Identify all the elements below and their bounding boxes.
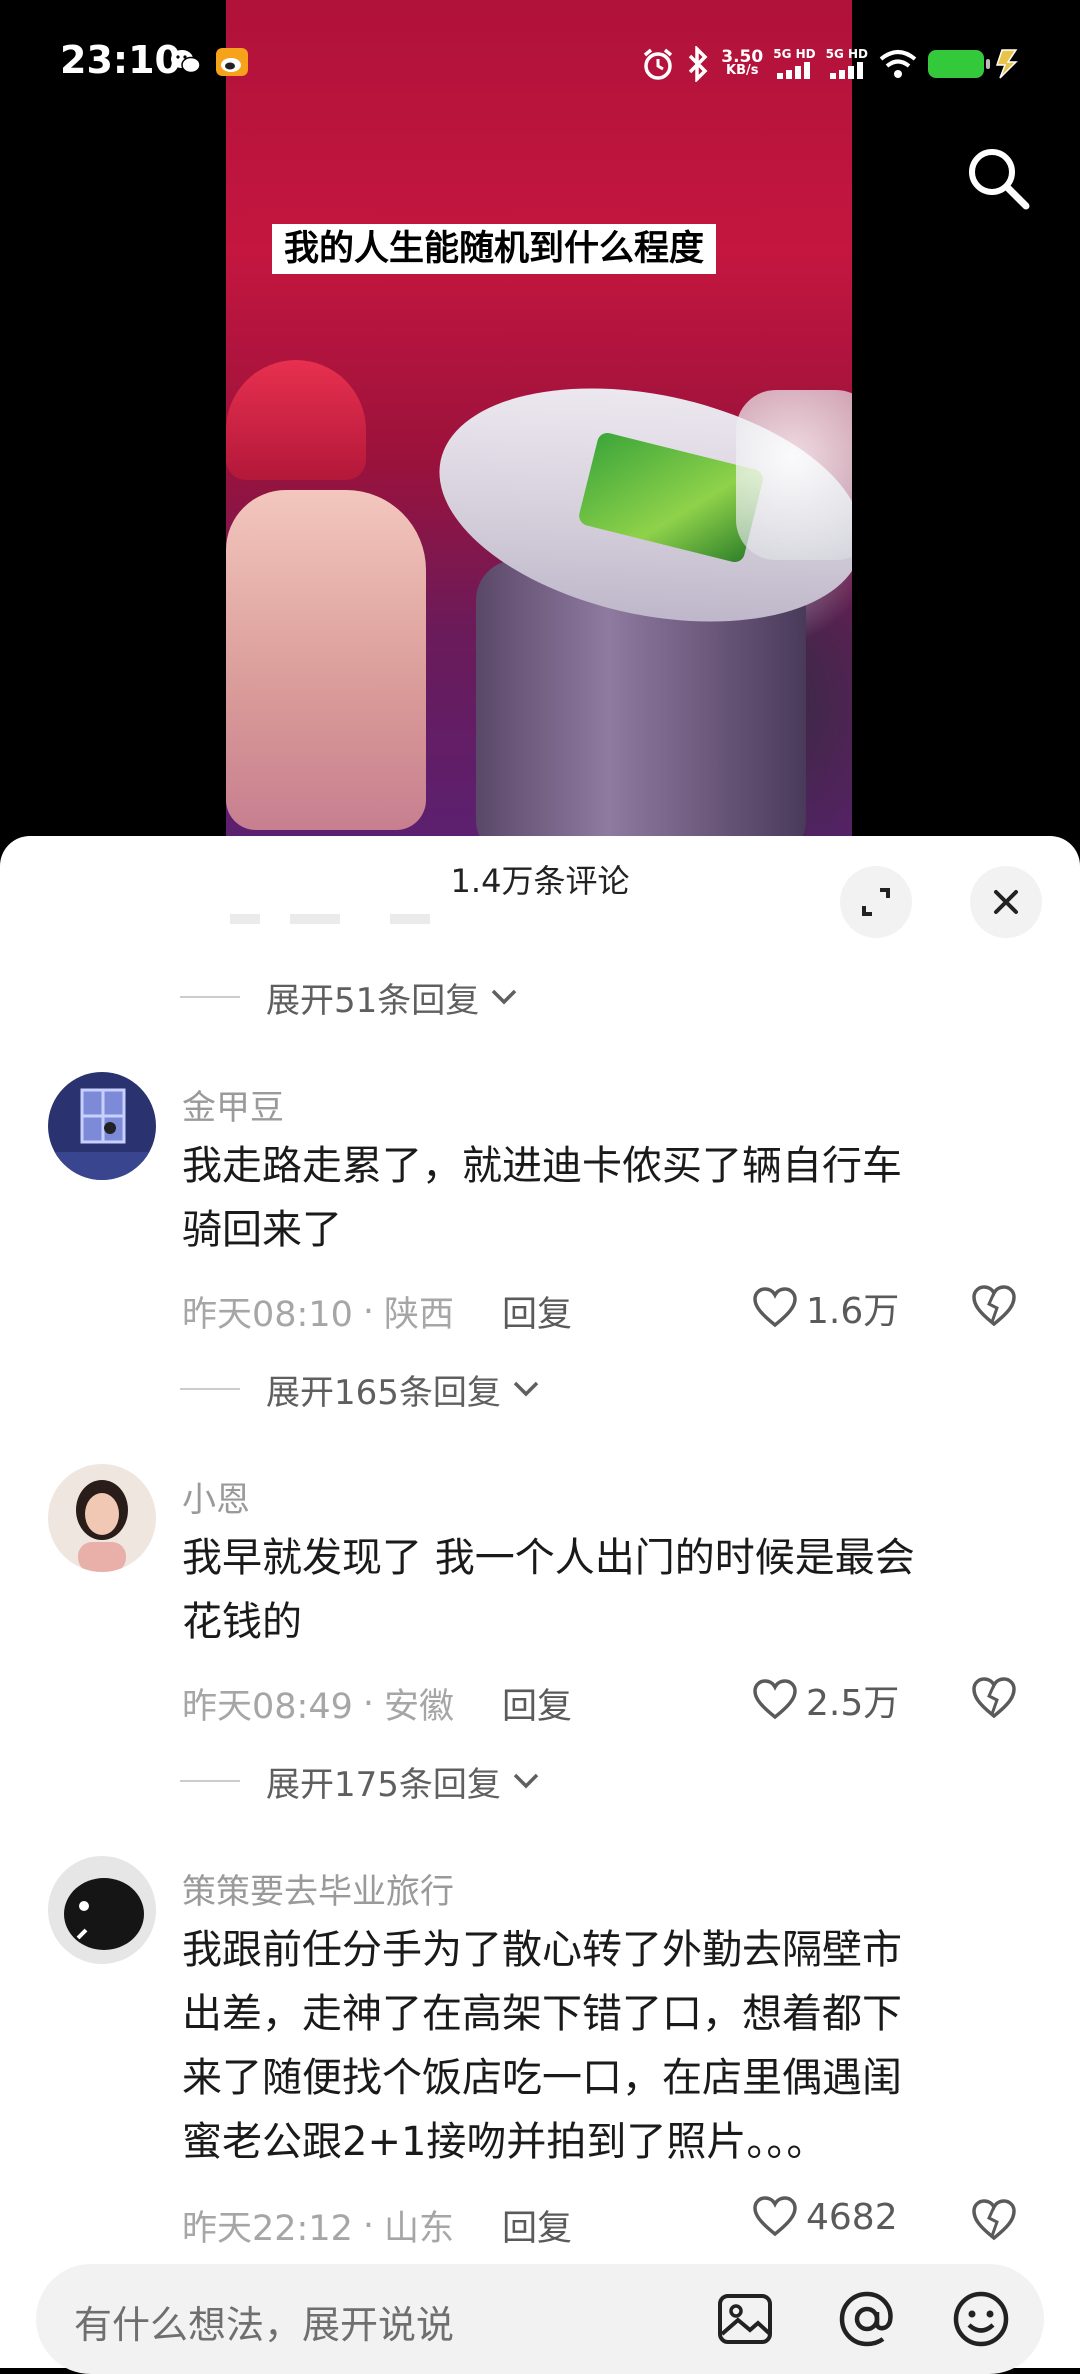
like-button[interactable]: 1.6万 [752, 1282, 899, 1334]
comment-username[interactable]: 策策要去毕业旅行 [182, 1864, 454, 1913]
reply-button[interactable]: 回复 [502, 1286, 572, 1337]
comment-username[interactable]: 金甲豆 [182, 1080, 284, 1129]
charging-icon [995, 49, 1018, 79]
chevron-down-icon [513, 1773, 539, 1789]
meta-separator: · [362, 2205, 375, 2246]
comments-count-title: 1.4万条评论 [450, 862, 630, 900]
comment-time: 昨天22:12 [182, 2209, 353, 2249]
close-panel-button[interactable] [970, 866, 1042, 938]
avatar[interactable] [48, 1072, 156, 1180]
expand-replies-label: 展开175条回复 [266, 1764, 501, 1805]
like-button[interactable]: 4682 [752, 2196, 898, 2238]
heart-icon [753, 1287, 797, 1328]
comment-text: 我早就发现了 我一个人出门的时候是最会 花钱的 [182, 1526, 1022, 1654]
video-scene-stool [226, 360, 366, 480]
like-count: 4682 [806, 2196, 898, 2238]
divider-line [180, 1780, 240, 1782]
comment-meta: 昨天22:12 · 山东 回复 [182, 2200, 572, 2251]
comment-text-line: 出差，走神了在高架下错了口，想着都下 [182, 1991, 902, 2037]
heart-icon [753, 1679, 797, 1720]
bluetooth-icon [689, 46, 708, 82]
sim2-signal: 5G HD [826, 47, 868, 82]
comment-location: 山东 [384, 2209, 455, 2249]
expand-icon [862, 888, 890, 916]
signal-icon [777, 61, 811, 79]
broken-heart-icon[interactable] [970, 1676, 1018, 1720]
comment-text-line: 我早就发现了 我一个人出门的时候是最会 [182, 1535, 915, 1581]
wifi-icon [879, 50, 917, 78]
signal-icon [829, 61, 863, 79]
mention-icon[interactable] [836, 2288, 898, 2350]
comment-input[interactable]: 有什么想法，展开说说 [36, 2264, 1044, 2374]
video-player[interactable]: 我的人生能随机到什么程度 23:10 3.50 KB/s 5G HD 5G HD [0, 0, 1080, 840]
emoji-icon[interactable] [950, 2288, 1012, 2350]
expand-replies-button[interactable]: 展开51条回复 [180, 972, 519, 1022]
comment-text: 我走路走累了，就进迪卡侬买了辆自行车 骑回来了 [182, 1134, 1022, 1262]
status-time: 23:10 [60, 38, 181, 82]
expand-replies-button[interactable]: 展开175条回复 [180, 1756, 541, 1806]
comment-location: 安徽 [384, 1687, 455, 1727]
close-icon [994, 890, 1018, 914]
like-count: 2.5万 [806, 1683, 900, 1724]
broken-heart-icon[interactable] [970, 2198, 1018, 2242]
comment-time: 昨天08:49 [182, 1687, 353, 1727]
comment-username[interactable]: 小恩 [182, 1472, 250, 1521]
meta-separator: · [362, 1291, 375, 1332]
battery-icon [928, 50, 990, 78]
reply-button[interactable]: 回复 [502, 1678, 572, 1729]
video-frame[interactable] [226, 0, 852, 840]
status-icons: 3.50 KB/s 5G HD 5G HD [641, 44, 1022, 84]
wechat-icon [171, 50, 201, 74]
expand-replies-label: 展开51条回复 [266, 980, 480, 1021]
like-count: 1.6万 [806, 1291, 900, 1332]
net-speed: 3.50 KB/s [721, 47, 764, 78]
comment-text-line: 我走路走累了，就进迪卡侬买了辆自行车 [182, 1143, 902, 1189]
chevron-down-icon [513, 1381, 539, 1397]
divider-line [180, 1388, 240, 1390]
weibo-icon [216, 48, 248, 76]
video-scene-bag [736, 390, 852, 560]
comment-text-line: 来了随便找个饭店吃一口，在店里偶遇闺 [182, 2055, 902, 2101]
expand-replies-button[interactable]: 展开165条回复 [180, 1364, 541, 1414]
broken-heart-icon[interactable] [970, 1284, 1018, 1328]
comment-text-line: 骑回来了 [182, 1207, 342, 1253]
heart-icon [753, 2196, 797, 2237]
cut-off-previous-comment [230, 914, 810, 924]
avatar[interactable] [48, 1856, 156, 1964]
comments-panel: 1.4万条评论 展开51条回复 金甲豆 我走路走累了，就进迪卡侬买了辆自行车 骑… [0, 836, 1080, 2368]
reply-button[interactable]: 回复 [502, 2200, 572, 2251]
comment-meta: 昨天08:49 · 安徽 回复 [182, 1678, 572, 1729]
comment-text-line: 蜜老公跟2+1接吻并拍到了照片。。。 [182, 2119, 827, 2165]
comment-input-placeholder: 有什么想法，展开说说 [74, 2303, 455, 2347]
expand-replies-label: 展开165条回复 [266, 1372, 501, 1413]
comment-time: 昨天08:10 [182, 1295, 353, 1335]
sim1-signal: 5G HD [773, 47, 816, 82]
meta-separator: · [362, 1683, 375, 1724]
like-button[interactable]: 2.5万 [752, 1674, 899, 1726]
comment-text-line: 我跟前任分手为了散心转了外勤去隔壁市 [182, 1927, 902, 1973]
alarm-icon [644, 48, 673, 80]
divider-line [180, 996, 240, 998]
video-scene-feet [226, 490, 426, 830]
comment-text-line: 花钱的 [182, 1599, 302, 1645]
status-bar: 23:10 3.50 KB/s 5G HD 5G HD [0, 0, 1080, 120]
expand-panel-button[interactable] [840, 866, 912, 938]
avatar[interactable] [48, 1464, 156, 1572]
chevron-down-icon [492, 989, 517, 1005]
comment-location: 陕西 [384, 1295, 455, 1335]
comment-text: 我跟前任分手为了散心转了外勤去隔壁市 出差，走神了在高架下错了口，想着都下 来了… [182, 1918, 1022, 2174]
image-icon[interactable] [714, 2288, 776, 2350]
comment-meta: 昨天08:10 · 陕西 回复 [182, 1286, 572, 1337]
search-icon[interactable] [962, 142, 1034, 214]
video-caption: 我的人生能随机到什么程度 [272, 224, 717, 274]
